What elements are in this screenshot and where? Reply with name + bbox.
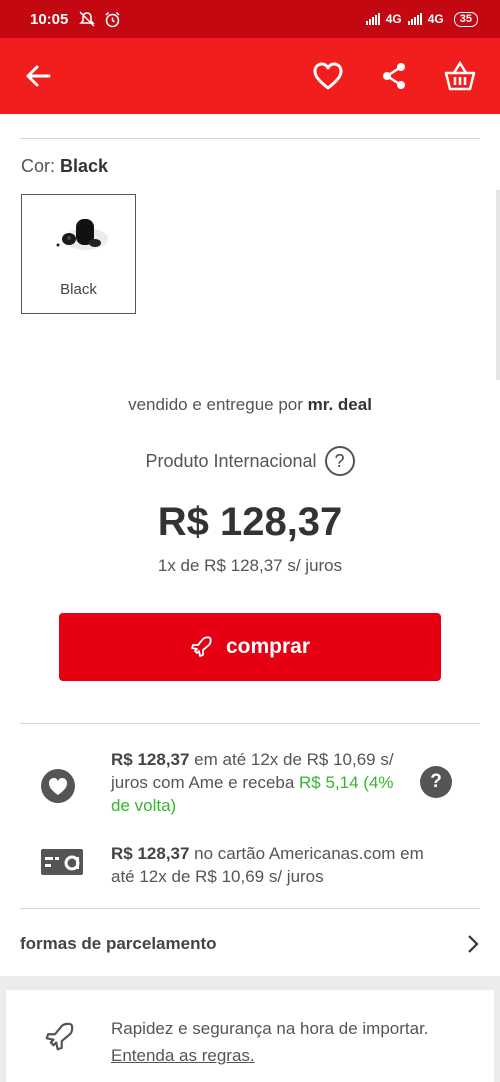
basket-icon [444,61,476,91]
app-bar [0,38,500,114]
signal-icon [365,13,380,25]
installment-info: 1x de R$ 128,37 s/ juros [157,556,343,575]
status-time: 10:05 [30,10,69,28]
ame-help-icon[interactable]: ? [420,766,452,798]
back-button[interactable] [18,56,58,96]
airplane-icon [191,636,212,657]
import-rules-link[interactable]: Entenda as regras. [111,1042,429,1069]
cart-button[interactable] [438,54,482,98]
ame-heart-icon [41,769,75,803]
buy-button[interactable]: comprar [59,613,441,681]
network-type-1: 4G [385,12,402,26]
international-label: Produto Internacional [145,450,317,471]
seller-name[interactable]: mr. deal [308,395,372,414]
credit-card-icon [41,849,83,875]
chevron-right-icon [468,935,479,953]
share-icon [383,63,405,89]
installments-label: formas de parcelamento [20,934,217,953]
divider [20,723,480,724]
scrollbar[interactable] [496,190,500,380]
seller-info: vendido e entregue por mr. deal [128,395,372,414]
status-bar: 10:05 4G 4G 35 [0,0,500,38]
favorite-button[interactable] [306,54,350,98]
earbuds-image [50,209,110,261]
color-swatch-black[interactable]: Black [21,194,136,314]
signal-icon [407,13,422,25]
mute-notifications-icon [79,11,96,27]
import-info-card: Rapidez e segurança na hora de importar.… [6,990,494,1082]
battery-icon: 35 [453,11,478,27]
heart-icon [313,62,343,90]
alarm-icon [105,11,120,27]
color-label: Cor: Black [21,156,109,176]
color-value: Black [60,156,109,176]
import-info-text: Rapidez e segurança na hora de importar.… [111,1015,429,1069]
share-button[interactable] [372,54,416,98]
network-type-2: 4G [427,12,444,26]
help-icon[interactable]: ? [324,446,355,476]
swatch-label: Black [60,281,97,298]
international-product: Produto Internacional ? [0,446,500,476]
back-arrow-icon [26,65,51,87]
divider [20,138,480,139]
ame-offer-text: R$ 128,37 em até 12x de R$ 10,69 s/ juro… [111,750,394,815]
airplane-icon [45,1022,74,1051]
product-price: R$ 128,37 [157,500,343,544]
divider [20,908,480,909]
card-offer-text: R$ 128,37 no cartão Americanas.com em at… [111,844,424,886]
buy-button-label: comprar [225,635,311,658]
installments-link[interactable]: formas de parcelamento [20,920,480,968]
